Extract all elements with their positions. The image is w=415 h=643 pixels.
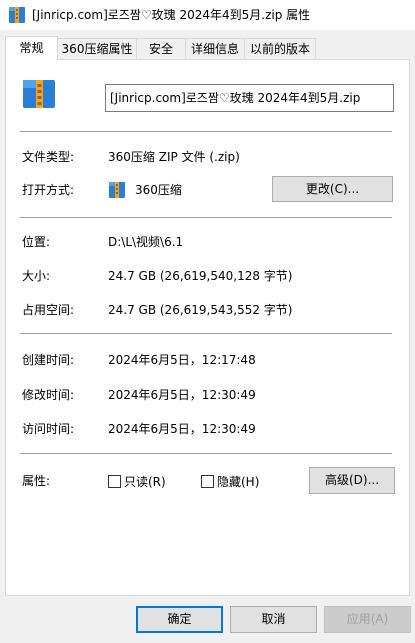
tab-previous-versions[interactable]: 以前的版本 — [244, 38, 316, 60]
tab-strip: 常规 360压缩属性 安全 详细信息 以前的版本 — [0, 36, 415, 60]
window-title: [Jinricp.com]로즈짬♡玫瑰 2024年4到5月.zip 属性 — [32, 8, 311, 22]
tab-security[interactable]: 安全 — [136, 38, 186, 60]
separator — [20, 333, 392, 334]
separator — [20, 217, 392, 218]
size-value: 24.7 GB (26,619,540,128 字节) — [108, 269, 293, 283]
title-bar: [Jinricp.com]로즈짬♡玫瑰 2024年4到5月.zip 属性 — [0, 0, 415, 30]
zip-archive-icon — [108, 180, 126, 202]
file-type-value: 360压缩 ZIP 文件 (.zip) — [108, 150, 240, 164]
tab-details[interactable]: 详细信息 — [185, 38, 245, 60]
open-with-value: 360压缩 — [135, 183, 182, 197]
attributes-label: 属性: — [22, 474, 51, 488]
created-label: 创建时间: — [22, 353, 75, 367]
tab-360-properties[interactable]: 360压缩属性 — [57, 38, 137, 60]
tab-general[interactable]: 常规 — [5, 36, 58, 60]
cancel-button[interactable]: 取消 — [230, 606, 317, 633]
location-label: 位置: — [22, 235, 51, 249]
file-name-field[interactable]: [Jinricp.com]로즈짬♡玫瑰 2024年4到5月.zip — [105, 84, 394, 112]
zip-archive-icon — [8, 5, 26, 24]
open-with-label: 打开方式: — [22, 183, 75, 197]
size-on-disk-label: 占用空间: — [22, 303, 75, 317]
accessed-label: 访问时间: — [22, 422, 75, 436]
zip-archive-icon — [22, 76, 56, 113]
file-type-label: 文件类型: — [22, 150, 75, 164]
created-value: 2024年6月5日，12:17:48 — [108, 353, 256, 367]
size-on-disk-value: 24.7 GB (26,619,543,552 字节) — [108, 303, 293, 317]
ok-button[interactable]: 确定 — [136, 606, 223, 633]
change-button[interactable]: 更改(C)... — [272, 176, 393, 202]
readonly-label[interactable]: 只读(R) — [124, 473, 166, 490]
hidden-label[interactable]: 隐藏(H) — [217, 473, 259, 490]
separator — [20, 131, 392, 132]
advanced-button[interactable]: 高级(D)... — [309, 467, 395, 494]
hidden-checkbox[interactable] — [201, 475, 214, 488]
location-value: D:\L\视频\6.1 — [108, 235, 184, 249]
accessed-value: 2024年6月5日，12:30:49 — [108, 422, 256, 436]
general-panel — [5, 59, 410, 596]
separator — [20, 453, 392, 454]
modified-label: 修改时间: — [22, 388, 75, 402]
apply-button[interactable]: 应用(A) — [324, 606, 411, 633]
readonly-checkbox[interactable] — [108, 475, 121, 488]
modified-value: 2024年6月5日，12:30:49 — [108, 388, 256, 402]
size-label: 大小: — [22, 269, 51, 283]
